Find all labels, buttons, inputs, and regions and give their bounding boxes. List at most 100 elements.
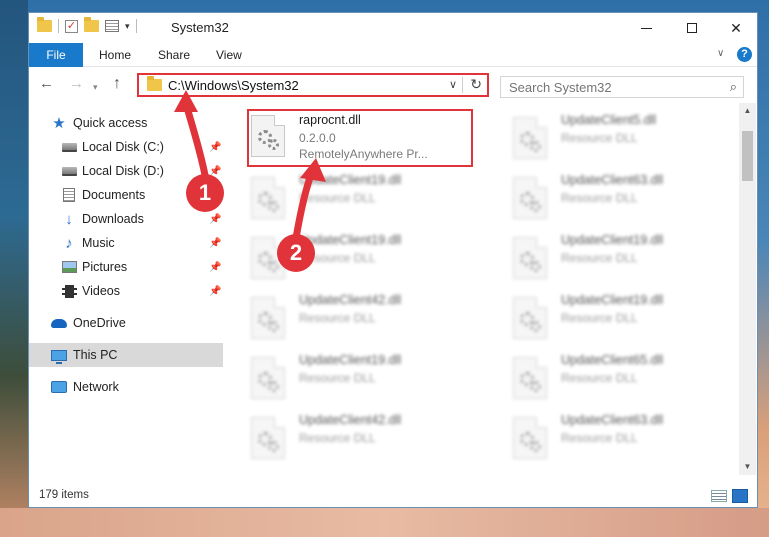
file-name: UpdateClient19.dll [561, 293, 664, 307]
view-properties-icon[interactable] [105, 20, 119, 32]
sidebar-item-label: Pictures [82, 260, 128, 274]
dll-file-icon [513, 177, 547, 219]
file-item[interactable]: UpdateClient65.dll Resource DLL [487, 347, 713, 405]
sidebar-item-pictures[interactable]: Pictures 📌 [29, 255, 223, 279]
search-box[interactable]: ⌕ [500, 76, 744, 98]
help-icon[interactable]: ? [737, 47, 752, 62]
file-item[interactable]: UpdateClient19.dll Resource DLL [225, 227, 451, 285]
file-type: Resource DLL [561, 371, 638, 385]
sidebar-item-label: Videos [82, 284, 120, 298]
pin-icon[interactable]: 📌 [209, 286, 221, 297]
pin-icon[interactable]: 📌 [209, 262, 221, 273]
computer-icon [51, 348, 67, 364]
file-name: UpdateClient63.dll [561, 413, 664, 427]
properties-check-icon[interactable]: ✓ [65, 19, 78, 33]
file-item[interactable]: UpdateClient19.dll Resource DLL [225, 167, 451, 225]
details-view-icon[interactable] [711, 490, 727, 502]
file-highlight-box [247, 109, 473, 167]
minimize-button[interactable] [623, 13, 669, 43]
tab-share[interactable]: Share [158, 43, 190, 67]
file-name: UpdateClient42.dll [299, 293, 402, 307]
sidebar-item-label: This PC [73, 348, 118, 362]
sidebar-item-onedrive[interactable]: OneDrive [29, 311, 223, 335]
vertical-scrollbar[interactable]: ▲ ▼ [739, 103, 756, 475]
file-item[interactable]: UpdateClient19.dll Resource DLL [487, 227, 713, 285]
scroll-up-arrow-icon[interactable]: ▲ [739, 103, 756, 119]
drive-icon [61, 140, 77, 154]
up-arrow-icon[interactable]: ↑ [113, 76, 121, 92]
file-name: UpdateClient65.dll [561, 353, 664, 367]
forward-arrow-icon[interactable]: → [69, 76, 84, 92]
scrollbar-thumb[interactable] [742, 131, 753, 181]
pictures-icon [61, 260, 77, 274]
music-icon: ♪ [65, 234, 73, 252]
file-item[interactable]: UpdateClient19.dll Resource DLL [487, 287, 713, 345]
file-type: Resource DLL [299, 371, 376, 385]
dll-file-icon [251, 417, 285, 459]
window-title: System32 [171, 20, 229, 35]
address-path[interactable]: C:\Windows\System32 [168, 78, 299, 93]
back-arrow-icon[interactable]: ← [39, 76, 54, 92]
sidebar-item-music[interactable]: ♪ Music 📌 [29, 231, 223, 255]
drive-icon [61, 164, 77, 178]
sidebar-item-local-disk-c[interactable]: Local Disk (C:) 📌 [29, 135, 223, 159]
close-button[interactable]: ✕ [713, 13, 759, 43]
sidebar-item-label: OneDrive [73, 316, 126, 330]
file-name: UpdateClient63.dll [561, 173, 664, 187]
file-item[interactable]: UpdateClient63.dll Resource DLL [487, 167, 713, 225]
network-icon [51, 380, 67, 394]
address-history-chevron-icon[interactable]: ∨ [449, 78, 457, 91]
sidebar-item-this-pc[interactable]: This PC [29, 343, 223, 367]
file-type: Resource DLL [561, 191, 638, 205]
folder-icon[interactable] [37, 17, 52, 32]
folder-icon [147, 76, 162, 91]
dll-file-icon [513, 237, 547, 279]
file-explorer-window: ✓ ▾ System32 ✕ File Home Share View ∨ ? … [28, 12, 758, 508]
sidebar-item-label: Downloads [82, 212, 144, 226]
file-type: Resource DLL [561, 251, 638, 265]
file-type: Resource DLL [561, 431, 638, 445]
sidebar-item-downloads[interactable]: ↓ Downloads 📌 [29, 207, 223, 231]
sidebar-item-network[interactable]: Network [29, 375, 223, 399]
pin-icon[interactable]: 📌 [209, 214, 221, 225]
search-input[interactable] [509, 79, 709, 95]
new-folder-icon[interactable] [84, 17, 99, 32]
refresh-icon[interactable]: ↻ [470, 76, 482, 93]
file-name: UpdateClient19.dll [561, 233, 664, 247]
navigation-pane: ★ Quick access Local Disk (C:) 📌 Local D… [29, 103, 223, 473]
close-icon: ✕ [730, 19, 742, 36]
file-type: Resource DLL [299, 191, 376, 205]
navigation-bar: ← → ▾ ↑ C:\Windows\System32 ∨ ↻ ⌕ [29, 68, 757, 102]
sidebar-item-label: Music [82, 236, 115, 250]
address-bar[interactable]: C:\Windows\System32 ∨ ↻ [137, 73, 489, 97]
tab-home[interactable]: Home [99, 43, 131, 67]
sidebar-item-videos[interactable]: Videos 📌 [29, 279, 223, 303]
search-icon[interactable]: ⌕ [730, 79, 737, 95]
tab-view[interactable]: View [216, 43, 242, 67]
file-name: UpdateClient19.dll [299, 353, 402, 367]
sidebar-item-quick-access[interactable]: ★ Quick access [29, 111, 223, 135]
file-name: UpdateClient19.dll [299, 173, 402, 187]
file-item[interactable]: UpdateClient42.dll Resource DLL [225, 287, 451, 345]
status-bar: 179 items [29, 485, 757, 507]
scroll-down-arrow-icon[interactable]: ▼ [739, 459, 756, 475]
dll-file-icon [251, 297, 285, 339]
download-icon: ↓ [65, 210, 73, 228]
pin-icon[interactable]: 📌 [209, 238, 221, 249]
documents-icon [61, 188, 77, 202]
desktop-background-left [0, 0, 28, 537]
maximize-button[interactable] [669, 13, 715, 43]
file-item[interactable]: UpdateClient42.dll Resource DLL [225, 407, 451, 465]
file-item[interactable]: UpdateClient5.dll Resource DLL [487, 107, 713, 165]
pin-icon[interactable]: 📌 [209, 142, 221, 153]
customize-toolbar-chevron-icon[interactable]: ▾ [125, 21, 130, 32]
minimize-icon [640, 27, 652, 29]
large-icons-view-icon[interactable] [732, 489, 748, 503]
tab-file[interactable]: File [29, 43, 83, 67]
expand-ribbon-chevron-icon[interactable]: ∨ [717, 48, 724, 59]
file-item[interactable]: UpdateClient19.dll Resource DLL [225, 347, 451, 405]
recent-locations-chevron-icon[interactable]: ▾ [93, 79, 98, 95]
videos-icon [61, 284, 77, 298]
title-bar: ✓ ▾ System32 ✕ [29, 13, 757, 43]
file-item[interactable]: UpdateClient63.dll Resource DLL [487, 407, 713, 465]
